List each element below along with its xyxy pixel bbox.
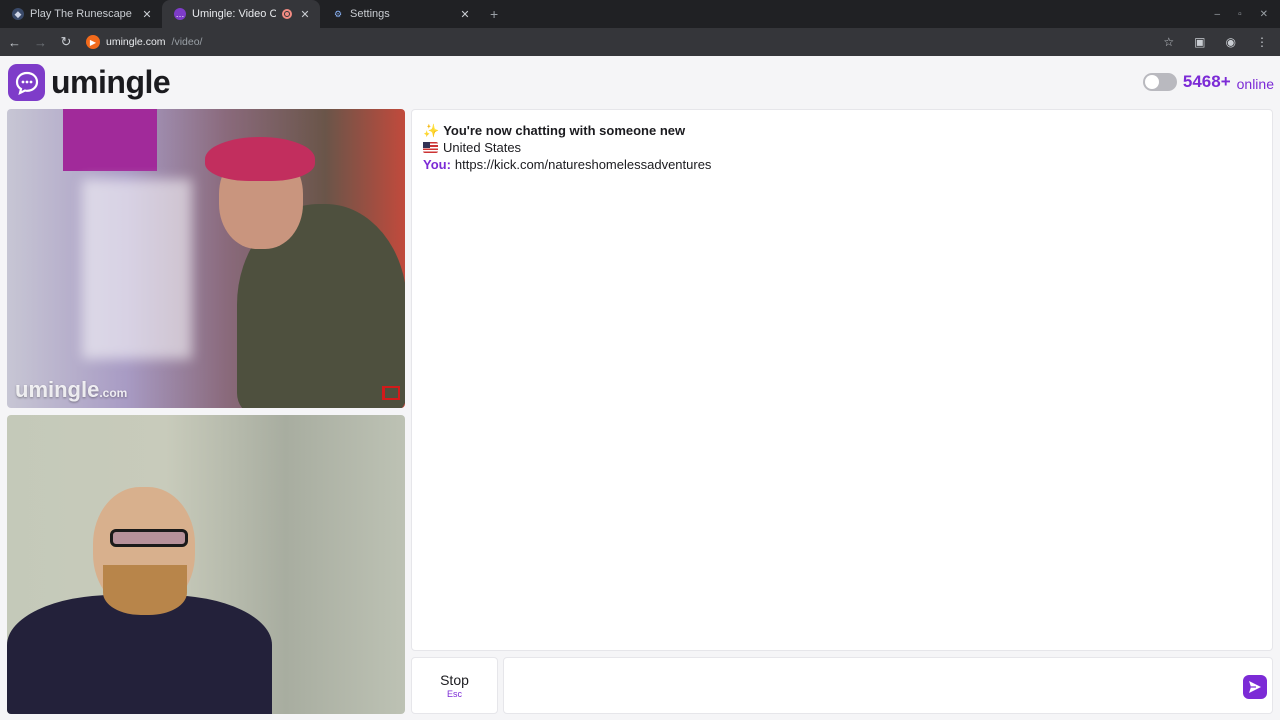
tab-umingle[interactable]: … Umingle: Video Chat ✕ [162, 0, 320, 28]
gear-icon: ⚙ [333, 8, 343, 19]
theme-toggle[interactable] [1142, 73, 1177, 91]
url-field[interactable]: ▶ umingle.com/video/ [86, 35, 202, 49]
tab-title: Settings [350, 8, 390, 20]
window-controls: – ▫ ✕ [1215, 0, 1280, 28]
sparkles-icon: ✨ [423, 122, 440, 138]
beard [103, 565, 187, 615]
wall-poster [63, 109, 157, 171]
send-icon [1249, 681, 1261, 693]
logo-text: umingle [51, 64, 171, 100]
url-domain: umingle.com [106, 36, 166, 48]
minimize-icon[interactable]: – [1215, 9, 1221, 20]
site-logo[interactable]: umingle [8, 64, 171, 101]
message-input[interactable] [514, 672, 1234, 700]
send-button[interactable] [1243, 675, 1267, 699]
online-label: online [1236, 76, 1274, 92]
umingle-favicon-icon: … [174, 8, 186, 20]
close-icon[interactable]: ✕ [458, 8, 472, 21]
close-icon[interactable]: ✕ [298, 8, 312, 21]
runescape-favicon-icon: ◆ [12, 8, 24, 20]
back-arrow-icon[interactable]: ← [8, 35, 21, 50]
us-flag-icon [423, 142, 438, 153]
system-message-text: You're now chatting with someone new [443, 123, 686, 138]
remote-video: umingle.com [7, 109, 405, 408]
site-info-icon[interactable]: ▶ [86, 35, 100, 49]
url-path: /video/ [171, 36, 203, 48]
new-tab-button[interactable]: + [480, 0, 508, 28]
chat-message: You: https://kick.com/natureshomelessadv… [423, 156, 1261, 173]
browser-tab-bar: ◆ Play The Runescape Cra ✕ … Umingle: Vi… [0, 0, 1280, 28]
sender-label: You: [423, 157, 451, 172]
tab-runescape[interactable]: ◆ Play The Runescape Cra ✕ [0, 0, 162, 28]
report-flag-icon[interactable] [382, 386, 400, 400]
menu-kebab-icon[interactable]: ⋮ [1256, 35, 1268, 49]
glasses [110, 529, 188, 547]
bookmark-star-icon[interactable]: ☆ [1163, 35, 1174, 49]
close-icon[interactable]: ✕ [140, 8, 154, 21]
cast-icon[interactable]: ▣ [1194, 35, 1205, 49]
tab-title: Umingle: Video Chat [192, 8, 276, 20]
video-watermark: umingle.com [15, 377, 128, 402]
address-bar: ← → ↻ ▶ umingle.com/video/ ☆ ▣ ◉ ⋮ [0, 28, 1280, 56]
country-name: United States [443, 140, 522, 155]
country-line: United States [423, 139, 1261, 156]
tab-title: Play The Runescape Cra [30, 8, 134, 20]
recording-icon [282, 9, 292, 19]
maximize-icon[interactable]: ▫ [1238, 9, 1242, 20]
message-text: https://kick.com/natureshomelessadventur… [454, 157, 712, 172]
profile-icon[interactable]: ◉ [1226, 35, 1236, 49]
stop-shortcut-hint: Esc [446, 689, 462, 699]
chat-bubble-icon [8, 64, 45, 101]
window-close-icon[interactable]: ✕ [1260, 9, 1268, 20]
local-video [7, 415, 405, 714]
chat-log: ✨ You're now chatting with someone new U… [411, 109, 1273, 651]
beret [205, 137, 315, 181]
system-message: ✨ You're now chatting with someone new [423, 122, 1261, 139]
online-status: 5468+ online [1142, 72, 1274, 92]
reload-icon[interactable]: ↻ [60, 34, 72, 50]
forward-arrow-icon[interactable]: → [34, 35, 47, 50]
message-box [503, 657, 1273, 714]
stop-button[interactable]: Stop Esc [411, 657, 498, 714]
online-count: 5468+ [1182, 72, 1231, 91]
tab-settings[interactable]: ⚙ Settings ✕ [320, 0, 480, 28]
window-light [82, 179, 192, 359]
stop-label: Stop [440, 672, 469, 688]
page: umingle 5468+ online umingle.com ✨ You'r… [0, 56, 1280, 720]
